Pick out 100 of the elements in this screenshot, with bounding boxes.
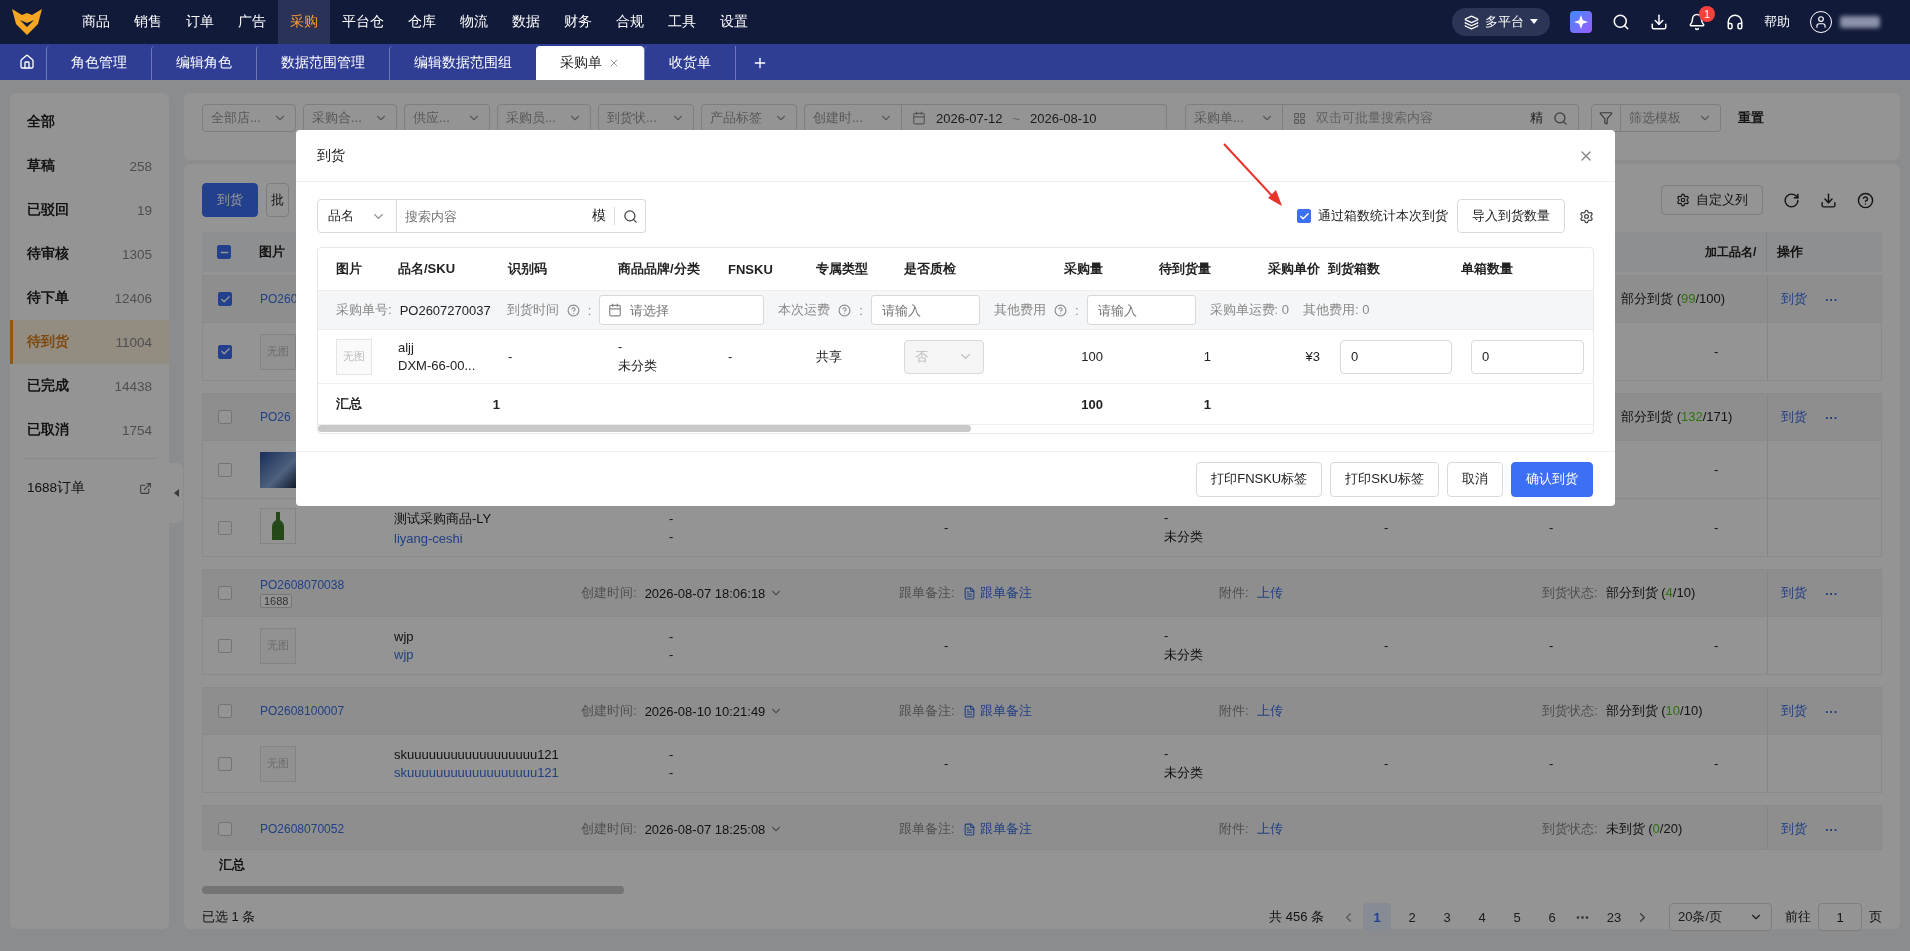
- order-number-link[interactable]: PO2608070038: [260, 578, 345, 592]
- page-button[interactable]: 23: [1600, 903, 1628, 931]
- dialog-button[interactable]: 打印SKU标签: [1330, 461, 1439, 497]
- checkbox[interactable]: [218, 756, 232, 771]
- sidebar-item[interactable]: 待审核 1305: [10, 232, 169, 276]
- nav-item[interactable]: 商品: [70, 0, 122, 44]
- batch-button[interactable]: 批: [266, 183, 289, 217]
- nav-item[interactable]: 采购: [278, 0, 330, 44]
- freight-field[interactable]: 请输入: [870, 295, 980, 325]
- note-icon[interactable]: [962, 586, 976, 600]
- page-button[interactable]: 5: [1503, 903, 1531, 931]
- sidebar-item[interactable]: 全部: [10, 100, 169, 144]
- arrive-link[interactable]: 到货: [1781, 584, 1807, 602]
- search-icon[interactable]: [1612, 13, 1630, 31]
- order-number-link[interactable]: PO2608100007: [260, 704, 345, 718]
- note-icon[interactable]: [962, 822, 976, 836]
- sidebar-item[interactable]: 已驳回 19: [10, 188, 169, 232]
- date-picker-field[interactable]: 请选择: [599, 295, 765, 325]
- bell-icon[interactable]: [1688, 13, 1706, 31]
- nav-item[interactable]: 财务: [552, 0, 604, 44]
- close-icon[interactable]: [608, 57, 620, 69]
- order-number-link[interactable]: PO26: [260, 410, 291, 424]
- checkbox[interactable]: [218, 410, 232, 424]
- headset-icon[interactable]: [1726, 13, 1744, 31]
- ai-sparkle-icon[interactable]: [1570, 11, 1592, 33]
- checkbox[interactable]: [218, 822, 232, 836]
- dialog-button[interactable]: 取消: [1447, 461, 1503, 497]
- freight-input[interactable]: 请输入: [879, 297, 979, 323]
- custom-columns-button[interactable]: 自定义列: [1661, 185, 1763, 215]
- tab[interactable]: 采购单: [536, 46, 644, 80]
- more-link[interactable]: ···: [1825, 703, 1838, 719]
- sidebar-item[interactable]: 待下单 12406: [10, 276, 169, 320]
- page-input[interactable]: 1: [1818, 903, 1862, 931]
- note-link[interactable]: 跟单备注: [979, 702, 1032, 720]
- order-number-link[interactable]: PO2608070052: [260, 822, 345, 836]
- date-range-field[interactable]: 2026-07-12 ~ 2026-08-10: [902, 104, 1167, 132]
- more-link[interactable]: ···: [1825, 821, 1838, 837]
- search-box[interactable]: 搜索内容 模: [397, 199, 646, 233]
- upload-link[interactable]: 上传: [1256, 702, 1283, 720]
- more-link[interactable]: ···: [1825, 409, 1838, 425]
- page-button[interactable]: 3: [1433, 903, 1461, 931]
- checkbox[interactable]: [218, 638, 232, 653]
- refresh-icon[interactable]: [1783, 191, 1800, 209]
- tab[interactable]: 数据范围管理: [256, 46, 389, 80]
- page-ellipsis[interactable]: •••: [1573, 903, 1593, 931]
- arrive-link[interactable]: 到货: [1781, 820, 1807, 838]
- note-link[interactable]: 跟单备注: [979, 820, 1032, 838]
- other-fee-input[interactable]: 请输入: [1095, 297, 1195, 323]
- page-size-select[interactable]: 20条/页: [1669, 903, 1772, 931]
- checkbox[interactable]: [218, 520, 232, 535]
- download-icon[interactable]: [1650, 13, 1668, 31]
- download-icon[interactable]: [1820, 191, 1837, 209]
- checkbox[interactable]: [218, 586, 232, 600]
- checkbox[interactable]: [218, 292, 232, 306]
- checkbox[interactable]: [218, 462, 232, 477]
- nav-item[interactable]: 物流: [448, 0, 500, 44]
- sidebar-item[interactable]: 已完成 14438: [10, 364, 169, 408]
- tab[interactable]: 编辑角色: [151, 46, 256, 80]
- checkbox[interactable]: [218, 704, 232, 718]
- box-count-option[interactable]: 通过箱数统计本次到货: [1297, 207, 1448, 225]
- dialog-button[interactable]: 打印FNSKU标签: [1196, 461, 1323, 497]
- upload-link[interactable]: 上传: [1256, 820, 1283, 838]
- page-button[interactable]: 4: [1468, 903, 1496, 931]
- checkbox[interactable]: [217, 245, 231, 259]
- arrive-link[interactable]: 到货: [1781, 408, 1807, 426]
- sku-link[interactable]: skuuuuuuuuuuuuuuuuuu121: [394, 765, 653, 780]
- match-mode[interactable]: 模: [584, 207, 615, 225]
- platform-switcher[interactable]: 多平台: [1452, 8, 1550, 36]
- help-icon[interactable]: [838, 303, 852, 317]
- more-link[interactable]: ···: [1825, 585, 1838, 601]
- sidebar-item[interactable]: 1688订单: [10, 466, 169, 510]
- date-input[interactable]: 请选择: [628, 297, 764, 323]
- per-box-qty-input[interactable]: 0: [1471, 339, 1584, 374]
- sku-link[interactable]: wjp: [394, 647, 653, 662]
- nav-item[interactable]: 平台仓: [330, 0, 396, 44]
- page-button[interactable]: 2: [1398, 903, 1426, 931]
- box-count-input[interactable]: 0: [1340, 339, 1452, 374]
- checkbox[interactable]: [218, 344, 232, 359]
- collapse-handle[interactable]: [169, 463, 183, 523]
- checkbox[interactable]: [1297, 209, 1311, 223]
- arrive-link[interactable]: 到货: [1781, 702, 1807, 720]
- help-icon[interactable]: [566, 303, 580, 317]
- nav-item[interactable]: 设置: [708, 0, 760, 44]
- nav-item[interactable]: 合规: [604, 0, 656, 44]
- nav-item[interactable]: 广告: [226, 0, 278, 44]
- import-button[interactable]: 导入到货数量: [1457, 199, 1565, 233]
- help-icon[interactable]: [1053, 303, 1067, 317]
- sidebar-item[interactable]: 已取消 1754: [10, 408, 169, 452]
- other-fee-field[interactable]: 请输入: [1086, 295, 1196, 325]
- tab[interactable]: 收货单: [644, 46, 735, 80]
- search-type-select[interactable]: 品名: [317, 199, 397, 233]
- nav-item[interactable]: 工具: [656, 0, 708, 44]
- tab[interactable]: 角色管理: [46, 46, 151, 80]
- reset-button[interactable]: 重置: [1728, 104, 1774, 132]
- note-icon[interactable]: [962, 704, 976, 718]
- fox-logo[interactable]: [12, 9, 42, 35]
- nav-item[interactable]: 数据: [500, 0, 552, 44]
- more-link[interactable]: ···: [1825, 291, 1838, 307]
- upload-link[interactable]: 上传: [1256, 584, 1283, 602]
- dialog-button[interactable]: 确认到货: [1511, 461, 1593, 497]
